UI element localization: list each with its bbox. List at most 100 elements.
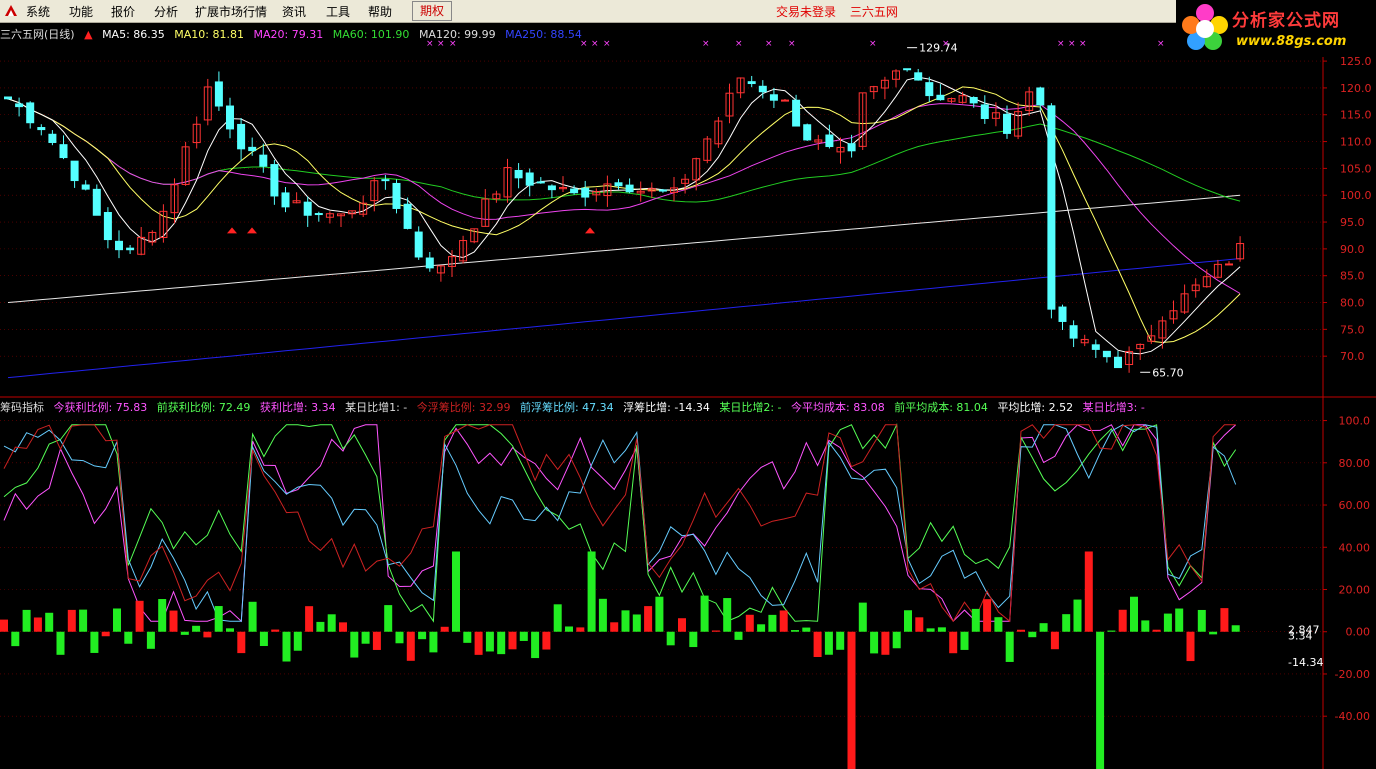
signal-mark: ×	[1079, 39, 1087, 49]
candle-body	[547, 185, 556, 191]
histogram-bar	[33, 617, 42, 632]
histogram-bar	[293, 631, 302, 651]
indicator-tick-label: 40.00	[1339, 541, 1371, 554]
signal-mark: ×	[942, 39, 950, 49]
histogram-bar	[1118, 609, 1127, 632]
buy-arrow-icon	[247, 227, 257, 234]
histogram-bar	[135, 600, 144, 632]
histogram-bar	[45, 612, 54, 632]
histogram-bar	[1186, 631, 1195, 662]
signal-mark: ×	[765, 39, 773, 49]
histogram-bar	[587, 551, 596, 632]
candle-body	[825, 134, 834, 148]
indicator-item: 前平均成本: 81.04	[894, 401, 988, 414]
candle-body	[1058, 306, 1067, 322]
prev-float-ratio-line	[3, 424, 1236, 623]
candle-body	[103, 211, 112, 241]
candle-body	[769, 94, 778, 101]
histogram-bar	[180, 631, 189, 635]
histogram-bar	[700, 595, 709, 632]
histogram-bar	[678, 618, 686, 632]
candle-body	[525, 172, 534, 186]
histogram-bar	[259, 631, 268, 647]
indicator-item: 浮筹比增: -14.34	[623, 401, 710, 414]
candle-body	[758, 85, 767, 93]
signal-mark: ×	[702, 39, 710, 49]
candle-body	[392, 182, 401, 209]
float-ratio-line	[3, 424, 1237, 622]
histogram-bar	[745, 614, 754, 632]
histogram-bar	[881, 631, 890, 655]
signal-mark: ×	[788, 39, 796, 49]
histogram-bar	[1197, 609, 1206, 632]
histogram-bar	[90, 631, 99, 653]
indicator-tick-label: 80.00	[1339, 457, 1371, 470]
candle-body	[237, 123, 246, 150]
histogram-bar	[632, 614, 641, 632]
candle-body	[514, 169, 523, 179]
histogram-bar	[203, 631, 212, 638]
indicator-tick-label: 20.00	[1339, 584, 1371, 597]
histogram-bar	[971, 608, 980, 632]
histogram-bar	[1152, 629, 1161, 632]
indicator-tick-label: -20.00	[1335, 668, 1370, 681]
histogram-bar	[440, 626, 449, 632]
histogram-bar	[395, 631, 404, 644]
candle-body	[70, 160, 79, 182]
histogram-bar	[531, 631, 540, 659]
candle-body	[26, 102, 35, 124]
histogram-bar	[474, 631, 483, 655]
histogram-bar	[711, 630, 720, 632]
price-tick-label: 105.0	[1340, 162, 1372, 175]
histogram-bar	[1005, 631, 1014, 662]
histogram-bar	[553, 604, 562, 632]
histogram-bar	[1028, 631, 1037, 638]
indicator-item: 获利比增: 3.34	[259, 401, 336, 414]
histogram-bar	[983, 599, 992, 632]
histogram-bar	[429, 631, 438, 653]
histogram-bar	[960, 631, 969, 650]
indicator-tick-label: 100.0	[1339, 415, 1371, 428]
candle-body	[980, 104, 989, 120]
flower-icon	[1182, 4, 1228, 50]
histogram-bar	[406, 631, 415, 661]
price-tick-label: 100.0	[1340, 189, 1372, 202]
candle-body	[259, 154, 268, 167]
histogram-bar	[1050, 631, 1059, 650]
ma120-label: MA120: 99.99	[418, 28, 496, 41]
histogram-bar	[22, 609, 31, 632]
histogram-bar	[372, 631, 381, 650]
histogram-bar	[463, 631, 472, 643]
histogram-bar	[248, 601, 257, 632]
signal-mark: ×	[735, 39, 743, 49]
candle-body	[903, 68, 912, 71]
indicator-tick-label: 0.00	[1346, 626, 1371, 639]
histogram-bar	[497, 631, 506, 655]
candle-body	[303, 201, 312, 216]
histogram-bar	[1107, 630, 1116, 632]
histogram-bar	[485, 631, 494, 652]
histogram-bar	[802, 627, 811, 632]
histogram-bar	[214, 606, 223, 632]
chart-canvas[interactable]: 125.0 120.0 115.0 110.0 105.0 100.0 95.0 90.0 85…	[0, 0, 1376, 769]
histogram-bar	[858, 602, 867, 632]
histogram-bar	[101, 631, 110, 637]
candle-body	[37, 127, 46, 131]
histogram-bar	[937, 627, 946, 632]
histogram-bar	[644, 606, 653, 632]
price-legend: 三六五网(日线) ▲ MA5: 86.35 MA10: 81.81 MA20: …	[0, 26, 588, 42]
candle-body	[226, 105, 234, 130]
candle-body	[48, 133, 57, 143]
histogram-bar	[904, 610, 912, 632]
signal-mark: ×	[1157, 39, 1165, 49]
histogram-bar	[926, 628, 935, 632]
histogram-bar	[1084, 551, 1093, 632]
candle-body	[1047, 105, 1056, 310]
histogram-bar	[610, 622, 619, 632]
ma5-label: MA5: 86.35	[102, 28, 165, 41]
candle-body	[1114, 356, 1122, 369]
price-tick-label: 115.0	[1340, 109, 1372, 122]
histogram-bar	[1231, 625, 1240, 632]
ma60-label: MA60: 101.90	[332, 28, 410, 41]
indicator-item: 今浮筹比例: 32.99	[416, 401, 511, 414]
